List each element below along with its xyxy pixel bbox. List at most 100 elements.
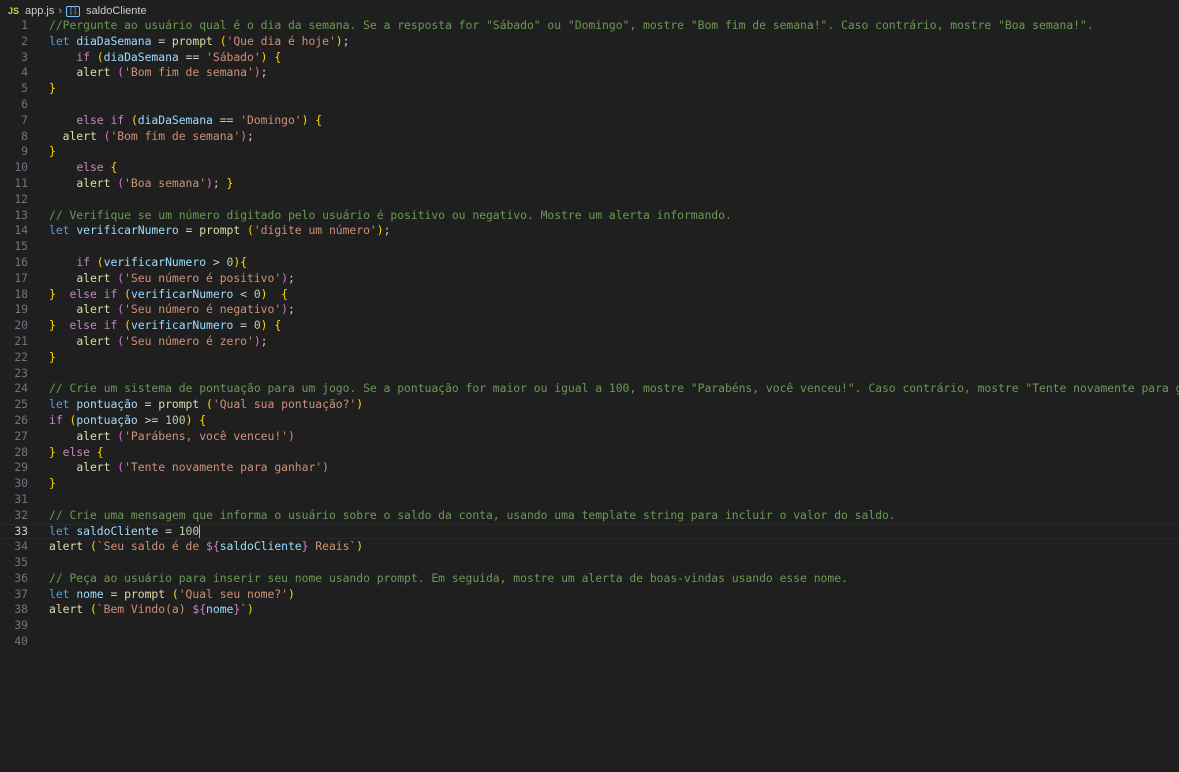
code-line[interactable]: 7 else if (diaDaSemana == 'Domingo') { bbox=[0, 113, 1179, 129]
code-line[interactable]: 6 bbox=[0, 97, 1179, 113]
code-line[interactable]: 37 let nome = prompt ('Qual seu nome?') bbox=[0, 587, 1179, 603]
line-number: 15 bbox=[14, 239, 28, 254]
code-token: 'Sábado' bbox=[206, 49, 261, 64]
code-line[interactable]: 8 alert ('Bom fim de semana'); bbox=[0, 129, 1179, 145]
code-token: saldoCliente bbox=[219, 539, 302, 554]
code-token: prompt bbox=[158, 397, 200, 412]
breadcrumb-symbol[interactable]: saldoCliente bbox=[86, 5, 147, 17]
line-code: let diaDaSemana = prompt ('Que dia é hoj… bbox=[49, 34, 349, 50]
line-number: 23 bbox=[14, 365, 28, 380]
code-line[interactable]: 31 bbox=[0, 492, 1179, 508]
code-line[interactable]: 12 bbox=[0, 192, 1179, 208]
line-number: 11 bbox=[14, 175, 28, 190]
line-number: 24 bbox=[14, 381, 28, 396]
code-token: } bbox=[49, 444, 56, 459]
line-number: 36 bbox=[14, 570, 28, 585]
code-line[interactable]: 5} bbox=[0, 81, 1179, 97]
line-number: 40 bbox=[14, 634, 28, 649]
code-line[interactable]: 24 // Crie um sistema de pontuação para u… bbox=[0, 381, 1179, 397]
code-token: ) bbox=[206, 175, 213, 190]
code-line[interactable]: 11 alert ('Boa semana'); } bbox=[0, 176, 1179, 192]
text-cursor bbox=[199, 524, 201, 538]
line-number: 16 bbox=[14, 254, 28, 269]
code-line[interactable]: 36 // Peça ao usuário para inserir seu no… bbox=[0, 571, 1179, 587]
line-number: 26 bbox=[14, 412, 28, 427]
line-number: 5 bbox=[21, 81, 28, 96]
code-line[interactable]: 16 if (verificarNumero > 0){ bbox=[0, 255, 1179, 271]
code-token: = bbox=[137, 397, 159, 412]
line-number: 32 bbox=[14, 507, 28, 522]
code-line[interactable]: 22} bbox=[0, 350, 1179, 366]
code-token: ( bbox=[171, 586, 179, 601]
code-line[interactable]: 21 alert ('Seu número é zero'); bbox=[0, 334, 1179, 350]
code-line[interactable]: 34 alert (`Seu saldo é de ${saldoCliente}… bbox=[0, 539, 1179, 555]
code-token: let bbox=[49, 523, 70, 538]
code-line[interactable]: 32 // Crie uma mensagem que informa o usu… bbox=[0, 508, 1179, 524]
code-line[interactable]: 40 bbox=[0, 634, 1179, 650]
code-line[interactable]: 28} else { bbox=[0, 445, 1179, 461]
line-code: alert ('Bom fim de semana'); bbox=[49, 65, 267, 81]
code-line[interactable]: 17 alert ('Seu número é positivo'); bbox=[0, 271, 1179, 287]
code-token: ( bbox=[89, 602, 97, 617]
code-line[interactable]: 2 let diaDaSemana = prompt ('Que dia é ho… bbox=[0, 34, 1179, 50]
code-token: 'Boa semana' bbox=[124, 175, 207, 190]
code-token: 'Domingo' bbox=[240, 112, 302, 127]
line-code: alert ('Seu número é zero'); bbox=[49, 334, 267, 350]
code-token: } bbox=[226, 175, 234, 190]
code-line[interactable]: 3 if (diaDaSemana == 'Sábado') { bbox=[0, 50, 1179, 66]
code-line[interactable]: 13 // Verifique se um número digitado pel… bbox=[0, 208, 1179, 224]
line-code: alert (`Seu saldo é de ${saldoCliente} R… bbox=[49, 539, 363, 555]
code-token: //Pergunte ao usuário qual é o dia da se… bbox=[49, 18, 1094, 32]
code-line[interactable]: 33 let saldoCliente = 100 bbox=[0, 523, 1179, 540]
code-token: { bbox=[274, 318, 282, 333]
code-token: == bbox=[178, 49, 207, 64]
code-line[interactable]: 26 if (pontuação >= 100) { bbox=[0, 413, 1179, 429]
line-code: } else if (verificarNumero < 0) { bbox=[49, 287, 288, 303]
code-line[interactable]: 9} bbox=[0, 144, 1179, 160]
code-token: } bbox=[49, 318, 56, 333]
line-code: // Peça ao usuário para inserir seu nome… bbox=[49, 571, 848, 587]
code-token: alert bbox=[62, 128, 97, 143]
code-line[interactable]: 38 alert (`Bem Vindo(a) ${nome}`) bbox=[0, 602, 1179, 618]
breadcrumb-file[interactable]: app.js bbox=[25, 5, 54, 17]
code-token: if bbox=[103, 318, 118, 333]
code-token: ) bbox=[260, 286, 268, 301]
line-code: alert ('Seu número é negativo'); bbox=[49, 302, 295, 318]
code-token: // Crie uma mensagem que informa o usuár… bbox=[49, 507, 896, 522]
code-line[interactable]: 14 let verificarNumero = prompt ('digite … bbox=[0, 223, 1179, 239]
code-token: prompt bbox=[124, 586, 166, 601]
code-line[interactable]: 1 //Pergunte ao usuário qual é o dia da s… bbox=[0, 18, 1179, 34]
code-token: ( bbox=[219, 33, 227, 48]
code-editor[interactable]: 1 //Pergunte ao usuário qual é o dia da s… bbox=[0, 18, 1179, 772]
code-line[interactable]: 19 alert ('Seu número é negativo'); bbox=[0, 302, 1179, 318]
code-line[interactable]: 10 else { bbox=[0, 160, 1179, 176]
line-number: 10 bbox=[14, 160, 28, 175]
code-line[interactable]: 39 bbox=[0, 618, 1179, 634]
code-token: ) bbox=[322, 460, 329, 475]
code-token: pontuação bbox=[76, 412, 138, 427]
code-line[interactable]: 23 bbox=[0, 366, 1179, 382]
code-token: else bbox=[62, 444, 90, 459]
code-token: ) bbox=[260, 49, 268, 64]
code-token: alert bbox=[76, 175, 111, 190]
code-line[interactable]: 20} else if (verificarNumero = 0) { bbox=[0, 318, 1179, 334]
code-token: Reais` bbox=[308, 539, 357, 554]
code-line[interactable]: 18} else if (verificarNumero < 0) { bbox=[0, 287, 1179, 303]
code-line[interactable]: 35 bbox=[0, 555, 1179, 571]
code-line[interactable]: 25 let pontuação = prompt ('Qual sua pont… bbox=[0, 397, 1179, 413]
code-token: = bbox=[158, 523, 179, 538]
code-line[interactable]: 29 alert ('Tente novamente para ganhar') bbox=[0, 460, 1179, 476]
code-token: // Verifique se um número digitado pelo … bbox=[49, 207, 732, 222]
line-number: 14 bbox=[14, 223, 28, 238]
code-token: else bbox=[69, 318, 97, 333]
code-line[interactable]: 15 bbox=[0, 239, 1179, 255]
code-token: if bbox=[103, 286, 118, 301]
code-token: ) bbox=[281, 270, 288, 285]
code-line[interactable]: 27 alert ('Parábens, você venceu!') bbox=[0, 429, 1179, 445]
code-line[interactable]: 4 alert ('Bom fim de semana'); bbox=[0, 65, 1179, 81]
code-line[interactable]: 30} bbox=[0, 476, 1179, 492]
